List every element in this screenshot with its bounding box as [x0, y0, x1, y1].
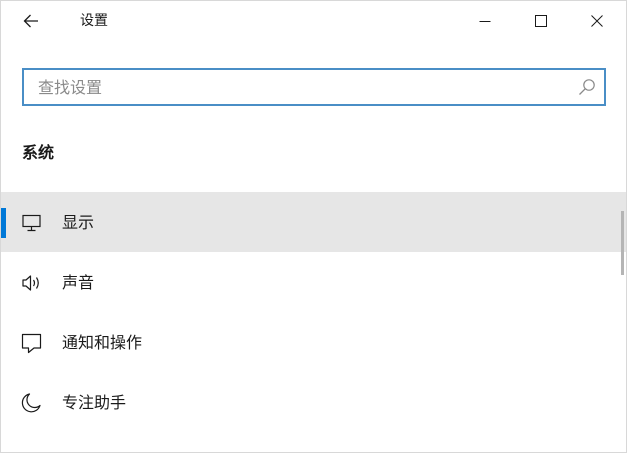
close-icon — [591, 15, 603, 27]
minimize-icon — [479, 21, 491, 22]
nav-item-label: 声音 — [62, 273, 95, 292]
monitor-icon — [22, 214, 41, 232]
nav-item-label: 专注助手 — [62, 393, 127, 412]
maximize-icon — [535, 15, 547, 27]
title-bar[interactable]: 设置 — [1, 1, 626, 41]
window-title: 设置 — [80, 13, 108, 29]
notification-icon — [21, 333, 42, 354]
nav-item-sound[interactable]: 声音 — [1, 252, 626, 312]
section-title: 系统 — [22, 143, 55, 162]
search-input[interactable] — [24, 70, 564, 104]
selection-indicator — [1, 208, 6, 238]
nav-item-focus-assist[interactable]: 专注助手 — [1, 372, 626, 432]
moon-icon — [21, 393, 41, 413]
close-button[interactable] — [568, 1, 626, 41]
nav-item-label: 显示 — [62, 213, 95, 232]
search-box[interactable] — [22, 68, 606, 106]
search-icon[interactable] — [578, 78, 596, 96]
settings-window: 设置 系统 — [0, 0, 627, 453]
nav-list: 显示 声音 通知和操作 专注助手 — [1, 192, 626, 432]
nav-item-notifications[interactable]: 通知和操作 — [1, 312, 626, 372]
maximize-button[interactable] — [512, 1, 570, 41]
speaker-icon — [22, 275, 39, 291]
arrow-left-icon — [23, 14, 38, 28]
nav-item-label: 通知和操作 — [62, 333, 143, 352]
minimize-button[interactable] — [456, 1, 514, 41]
back-button[interactable] — [9, 5, 53, 37]
scrollbar[interactable] — [621, 211, 624, 275]
nav-item-display[interactable]: 显示 — [1, 192, 626, 252]
